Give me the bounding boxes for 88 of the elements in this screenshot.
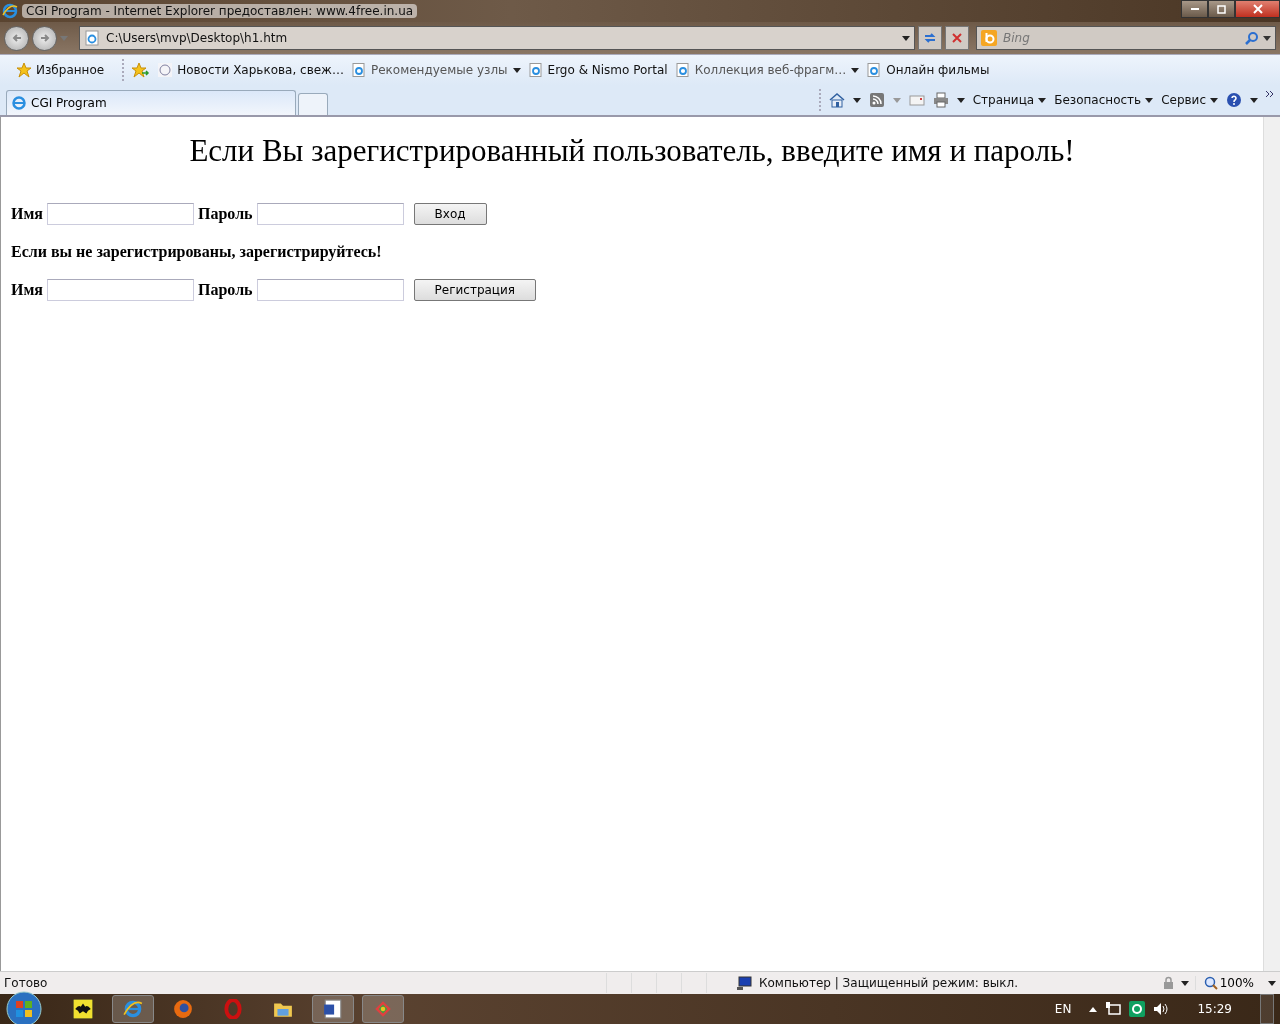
stop-button[interactable] [945, 26, 969, 50]
help-icon[interactable] [1226, 92, 1242, 108]
caret-icon [1038, 97, 1047, 103]
start-button[interactable] [6, 991, 42, 1024]
close-icon [1252, 4, 1263, 14]
caret-icon [1145, 97, 1154, 103]
magnifier-icon [1203, 976, 1218, 990]
minimize-button[interactable] [1181, 0, 1208, 18]
bat-logo-icon [73, 999, 93, 1019]
zoom-button[interactable]: 100% [1194, 976, 1262, 990]
caret-icon[interactable] [1250, 97, 1258, 103]
browser-tab[interactable]: CGI Program [6, 90, 296, 115]
password-label: Пароль [198, 205, 253, 223]
computer-icon [737, 975, 753, 991]
back-arrow-icon [10, 32, 23, 44]
stop-icon [951, 32, 963, 44]
browser-logo-icon [173, 999, 193, 1019]
search-field[interactable]: Bing [1001, 30, 1241, 46]
feed-icon[interactable] [868, 92, 885, 108]
page-heading: Если Вы зарегистрированный пользователь, введите имя и пароль! [188, 133, 1076, 169]
password-input-field[interactable] [256, 203, 404, 225]
password-label: Пароль [198, 281, 253, 299]
browser-logo-icon [223, 999, 243, 1019]
volume-icon[interactable] [1153, 1001, 1170, 1017]
search-box[interactable]: Bing [976, 26, 1276, 50]
caret-icon[interactable] [1263, 35, 1271, 41]
language-indicator[interactable]: EN [1054, 1002, 1072, 1016]
taskbar-app-button[interactable] [312, 995, 354, 1023]
show-desktop-button[interactable] [1260, 994, 1274, 1024]
diamond-logo-icon [373, 999, 393, 1019]
back-button[interactable] [4, 25, 29, 51]
close-button[interactable] [1235, 0, 1280, 18]
home-icon[interactable] [828, 92, 845, 108]
page-icon [84, 30, 100, 46]
favorite-link[interactable]: Онлайн фильмы [867, 63, 990, 77]
register-button[interactable]: Регистрация [413, 279, 537, 301]
star-icon [16, 62, 32, 78]
caret-icon[interactable] [902, 35, 910, 41]
forward-button[interactable] [32, 25, 57, 51]
favorite-link[interactable]: Ergo & Nismo Portal [528, 63, 668, 77]
browser-logo-icon [2, 3, 18, 19]
command-menu[interactable]: Сервис [1161, 93, 1218, 107]
favorite-link[interactable]: Новости Харькова, свеж… [158, 63, 344, 77]
caret-icon[interactable] [956, 97, 965, 103]
window-title: CGI Program - Internet Explorer предоставлен: www.4free.in.ua [22, 4, 418, 18]
page-icon [351, 63, 366, 77]
refresh-icon [923, 31, 937, 45]
caret-icon[interactable] [852, 97, 861, 103]
site-icon [158, 63, 173, 77]
security-zone-text: Компьютер | Защищенный режим: выкл. [759, 976, 1018, 990]
page-icon [11, 95, 27, 111]
page-icon [528, 63, 543, 77]
password-input-field[interactable] [256, 279, 404, 301]
name-label: Имя [11, 281, 43, 299]
name-input-field[interactable] [47, 279, 194, 301]
chevron-icon[interactable] [1266, 91, 1274, 97]
network-icon[interactable] [1105, 1001, 1122, 1017]
status-text: Готово [4, 976, 49, 990]
page-icon [675, 63, 690, 77]
maximize-icon [1216, 4, 1227, 14]
minimize-icon [1190, 8, 1199, 10]
favorites-button[interactable]: Избранное [6, 60, 115, 80]
command-menu[interactable]: Страница [972, 93, 1047, 107]
favorite-link[interactable]: Коллекция веб-фрагм… [675, 63, 860, 77]
print-icon[interactable] [932, 92, 949, 108]
maximize-button[interactable] [1208, 0, 1235, 18]
forward-arrow-icon [38, 32, 51, 44]
caret-icon [512, 67, 521, 73]
command-menu[interactable]: Безопасность [1054, 93, 1154, 107]
document-icon [323, 999, 343, 1019]
clock[interactable]: 15:29 [1197, 1002, 1232, 1016]
show-hidden-icons-icon[interactable] [1089, 1006, 1098, 1012]
name-label: Имя [11, 205, 43, 223]
name-input-field[interactable] [47, 203, 194, 225]
browser-logo-icon [123, 999, 143, 1019]
login-button[interactable]: Вход [413, 203, 487, 225]
ring-icon[interactable] [1129, 1001, 1146, 1017]
address-field[interactable]: C:\Users\mvp\Desktop\h1.htm [79, 26, 915, 50]
caret-icon[interactable] [1180, 980, 1189, 986]
page-icon [867, 63, 882, 77]
search-engine-logo-icon [981, 30, 997, 46]
caret-icon [851, 67, 860, 73]
caret-icon[interactable] [1268, 980, 1276, 986]
refresh-button[interactable] [918, 26, 942, 50]
favorite-link[interactable]: Рекомендуемые узлы [351, 63, 521, 77]
register-prompt: Если вы не зарегистрированы, зарегистрируйтесь! [11, 243, 383, 261]
add-favorite-icon[interactable] [132, 62, 151, 78]
caret-icon [1210, 97, 1218, 103]
